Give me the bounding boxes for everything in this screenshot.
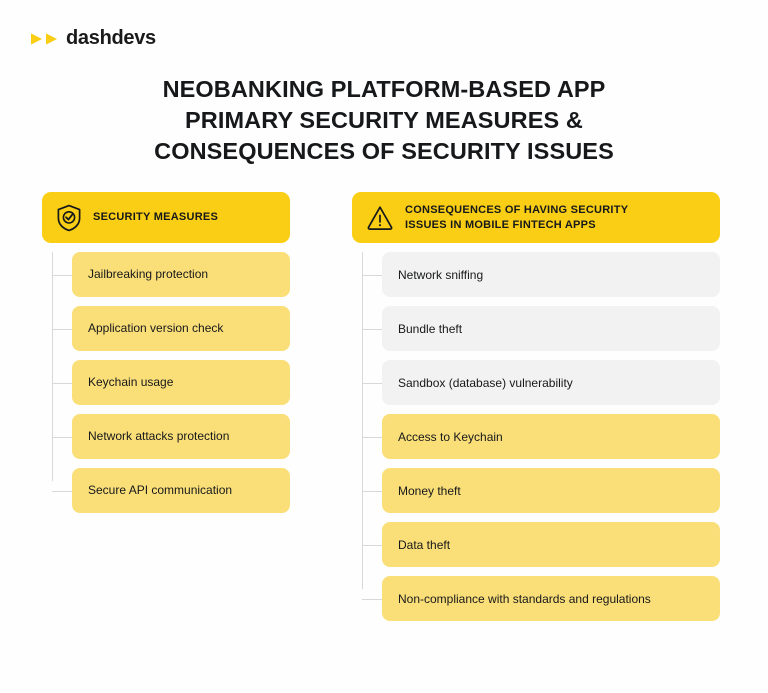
item-label-wrapper[interactable]: Sandbox (database) vulnerability (382, 360, 720, 406)
column-header-line-1: SECURITY MEASURES (93, 211, 219, 224)
list-item[interactable]: Access to Keychain (362, 414, 720, 460)
item-label-wrapper[interactable]: Data theft (382, 522, 720, 568)
item-label-wrapper[interactable]: Network sniffing (382, 252, 720, 298)
item-label: Access to Keychain (398, 429, 503, 444)
item-label-wrapper[interactable]: Money theft (382, 468, 720, 514)
tree-connector (362, 544, 382, 546)
tree-connector (362, 490, 382, 492)
list-item[interactable]: Money theft (362, 468, 720, 514)
item-label: Network sniffing (398, 267, 484, 282)
item-label: Jailbreaking protection (88, 267, 209, 282)
column-security-consequences: CONSEQUENCES OF HAVING SECURITY ISSUES I… (352, 192, 720, 622)
item-label-wrapper[interactable]: Application version check (72, 306, 290, 351)
column-header-line-2: ISSUES IN MOBILE FINTECH APPS (405, 218, 596, 231)
item-label: Money theft (398, 483, 461, 498)
list-item[interactable]: Non-compliance with standards and regula… (362, 576, 720, 622)
item-label: Network attacks protection (88, 429, 230, 444)
item-label: Sandbox (database) vulnerability (398, 375, 573, 390)
tree-connector (362, 436, 382, 438)
item-label-wrapper[interactable]: Access to Keychain (382, 414, 720, 460)
tree-spine (52, 252, 53, 481)
item-label: Data theft (398, 537, 451, 552)
tree-connector (52, 328, 72, 330)
brand-logo: dashdevs (30, 27, 156, 50)
item-label: Non-compliance with standards and regula… (398, 591, 651, 606)
list-item[interactable]: Application version check (52, 306, 290, 351)
column-header-label: CONSEQUENCES OF HAVING SECURITY ISSUES I… (405, 203, 628, 232)
column-security-measures: SECURITY MEASURES Jailbreaking protectio… (42, 192, 290, 513)
page-title-line-1: NEOBANKING PLATFORM-BASED APP (162, 75, 606, 102)
tree-security-measures: Jailbreaking protection Application vers… (42, 252, 290, 513)
column-header-line-1: CONSEQUENCES OF HAVING SECURITY (405, 204, 629, 216)
tree-connector (52, 490, 72, 492)
brand-name: dashdevs (66, 27, 156, 49)
list-item[interactable]: Sandbox (database) vulnerability (362, 360, 720, 406)
double-triangle-play-icon (30, 32, 58, 46)
tree-connector (52, 382, 72, 384)
warning-triangle-icon (366, 204, 394, 232)
item-label: Secure API communication (88, 483, 233, 498)
tree-connector (362, 328, 382, 330)
item-label-wrapper[interactable]: Bundle theft (382, 306, 720, 352)
page-title-line-3: CONSEQUENCES OF SECURITY ISSUES (154, 137, 614, 164)
item-label: Keychain usage (88, 375, 174, 390)
shield-check-icon (56, 204, 82, 232)
column-header-security-consequences: CONSEQUENCES OF HAVING SECURITY ISSUES I… (352, 192, 720, 244)
list-item[interactable]: Bundle theft (362, 306, 720, 352)
tree-spine (362, 252, 363, 590)
item-label: Application version check (88, 321, 224, 336)
list-item[interactable]: Jailbreaking protection (52, 252, 290, 297)
list-item[interactable]: Secure API communication (52, 468, 290, 513)
page-title: NEOBANKING PLATFORM-BASED APP PRIMARY SE… (0, 74, 768, 167)
tree-connector (52, 436, 72, 438)
item-label: Bundle theft (398, 321, 463, 336)
item-label-wrapper[interactable]: Jailbreaking protection (72, 252, 290, 297)
item-label-wrapper[interactable]: Non-compliance with standards and regula… (382, 576, 720, 622)
page-title-line-2: PRIMARY SECURITY MEASURES & (185, 106, 583, 133)
list-item[interactable]: Network attacks protection (52, 414, 290, 459)
item-label-wrapper[interactable]: Keychain usage (72, 360, 290, 405)
tree-connector (362, 598, 382, 600)
tree-security-consequences: Network sniffing Bundle theft Sandbox (d… (352, 252, 720, 622)
item-label-wrapper[interactable]: Secure API communication (72, 468, 290, 513)
tree-connector (362, 274, 382, 276)
list-item[interactable]: Keychain usage (52, 360, 290, 405)
list-item[interactable]: Network sniffing (362, 252, 720, 298)
column-header-label: SECURITY MEASURES (93, 210, 218, 225)
tree-connector (362, 382, 382, 384)
tree-connector (52, 274, 72, 276)
list-item[interactable]: Data theft (362, 522, 720, 568)
item-label-wrapper[interactable]: Network attacks protection (72, 414, 290, 459)
column-header-security-measures: SECURITY MEASURES (42, 192, 290, 243)
